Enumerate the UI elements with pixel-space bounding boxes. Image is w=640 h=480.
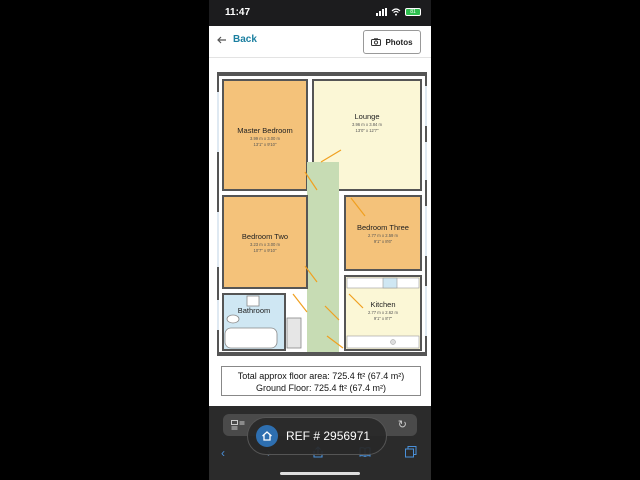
back-label: Back [233, 34, 257, 45]
bathroom-label: Bathroom [237, 306, 271, 315]
master-bedroom-dim-m: 3.99 m x 3.00 m [249, 136, 281, 141]
kitchen-dim-m: 2.77 m x 2.62 m [367, 310, 399, 315]
status-icons: 81 [376, 8, 421, 16]
reload-icon[interactable]: ↻ [398, 418, 407, 431]
total-area-text: Total approx floor area: 725.4 ft² (67.4… [237, 371, 405, 381]
arrow-left-icon [217, 36, 226, 43]
home-indicator [280, 472, 360, 475]
status-time: 11:47 [225, 7, 251, 18]
bedroom-two-label: Bedroom Two [241, 232, 289, 241]
cellular-signal-icon [376, 8, 387, 16]
back-button[interactable]: Back [217, 34, 257, 45]
master-bedroom-dim-ft: 13'1" x 9'10" [253, 142, 277, 147]
back-nav-icon[interactable]: ‹ [221, 446, 225, 460]
floor-plan: Master Bedroom 3.99 m x 3.00 m 13'1" x 9… [215, 72, 429, 356]
nav-bar: Back Photos [209, 26, 431, 58]
bedroom-two-dim-ft: 10'7" x 9'10" [253, 248, 277, 253]
reader-view-icon[interactable] [231, 420, 245, 430]
lounge-label: Lounge [354, 112, 380, 121]
wifi-icon [391, 8, 401, 16]
phone-screen: 11:47 81 Back Photos Master Bedroom 3.99… [209, 0, 431, 480]
photos-label: Photos [385, 37, 413, 47]
home-icon [256, 425, 278, 447]
camera-icon [371, 38, 382, 46]
master-bedroom-room [222, 79, 308, 191]
bedroom-three-dim-ft: 9'1" x 8'6" [373, 239, 393, 244]
hallway [307, 162, 339, 352]
master-bedroom-label: Master Bedroom [237, 126, 293, 135]
browser-toolbar: ↻ ‹ › REF # 2956971 [209, 406, 431, 480]
ref-badge[interactable]: REF # 2956971 [247, 417, 387, 455]
bedroom-three-dim-m: 2.77 m x 2.59 m [367, 233, 399, 238]
lounge-dim-ft: 13'0" x 12'7" [355, 128, 379, 133]
tabs-icon[interactable] [405, 446, 417, 461]
bedroom-two-dim-m: 3.23 m x 3.00 m [249, 242, 281, 247]
bedroom-three-label: Bedroom Three [357, 223, 409, 232]
kitchen-dim-ft: 9'1" x 8'7" [373, 316, 393, 321]
ref-number: REF # 2956971 [286, 429, 371, 443]
battery-icon: 81 [405, 8, 421, 16]
kitchen-label: Kitchen [370, 300, 396, 309]
lounge-dim-m: 3.96 m x 3.84 m [351, 122, 383, 127]
ground-floor-area-text: Ground Floor: 725.4 ft² (67.4 m²) [255, 383, 387, 393]
status-bar: 11:47 81 [209, 0, 431, 26]
floor-area-summary: Total approx floor area: 725.4 ft² (67.4… [221, 366, 421, 396]
photos-button[interactable]: Photos [363, 30, 421, 54]
